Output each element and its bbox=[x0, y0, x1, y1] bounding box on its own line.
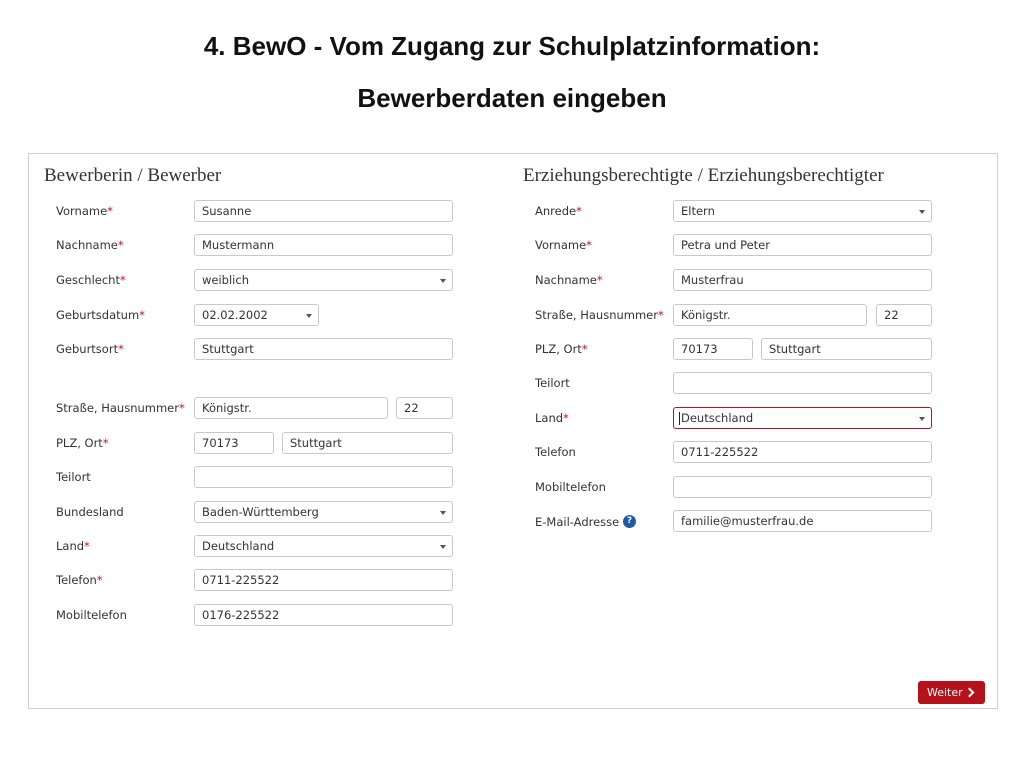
applicant-plz-input[interactable]: 70173 bbox=[194, 432, 274, 454]
applicant-strasse-label: Straße, Hausnummer* bbox=[56, 401, 185, 415]
guardian-vorname-input[interactable]: Petra und Peter bbox=[673, 234, 932, 256]
guardian-anrede-label: Anrede* bbox=[535, 204, 582, 218]
applicant-geburtsdatum-value: 02.02.2002 bbox=[202, 308, 268, 322]
applicant-vorname-label: Vorname* bbox=[56, 204, 113, 218]
applicant-geschlecht-label: Geschlecht* bbox=[56, 273, 126, 287]
guardian-telefon-label: Telefon bbox=[535, 445, 576, 459]
guardian-teilort-label: Teilort bbox=[535, 376, 570, 390]
next-button-label: Weiter bbox=[927, 686, 963, 699]
guardian-section-title: Erziehungsberechtigte / Erziehungsberech… bbox=[523, 165, 884, 186]
chevron-right-icon bbox=[964, 687, 975, 698]
guardian-teilort-input[interactable] bbox=[673, 372, 932, 394]
applicant-nachname-label: Nachname* bbox=[56, 238, 124, 252]
guardian-mobiltelefon-input[interactable] bbox=[673, 476, 932, 498]
guardian-anrede-value: Eltern bbox=[681, 204, 715, 218]
guardian-strasse-label: Straße, Hausnummer* bbox=[535, 308, 664, 322]
applicant-land-select[interactable]: Deutschland bbox=[194, 535, 453, 557]
applicant-ort-input[interactable]: Stuttgart bbox=[282, 432, 453, 454]
guardian-nachname-input[interactable]: Musterfrau bbox=[673, 269, 932, 291]
applicant-land-label: Land* bbox=[56, 539, 90, 553]
guardian-vorname-label: Vorname* bbox=[535, 238, 592, 252]
page-title-line1: 4. BewO - Vom Zugang zur Schulplatzinfor… bbox=[203, 31, 821, 61]
guardian-land-label: Land* bbox=[535, 411, 569, 425]
applicant-strasse-input[interactable]: Königstr. bbox=[194, 397, 388, 419]
applicant-bundesland-select[interactable]: Baden-Württemberg bbox=[194, 501, 453, 523]
guardian-email-input[interactable]: familie@musterfrau.de bbox=[673, 510, 932, 532]
guardian-land-select[interactable]: Deutschland bbox=[673, 407, 932, 429]
applicant-teilort-label: Teilort bbox=[56, 470, 91, 484]
guardian-strasse-input[interactable]: Königstr. bbox=[673, 304, 867, 326]
guardian-mobiltelefon-label: Mobiltelefon bbox=[535, 480, 606, 494]
question-icon[interactable]: ? bbox=[623, 515, 636, 528]
applicant-geburtsdatum-label: Geburtsdatum* bbox=[56, 308, 145, 322]
guardian-anrede-select[interactable]: Eltern bbox=[673, 200, 932, 222]
applicant-geburtsdatum-select[interactable]: 02.02.2002 bbox=[194, 304, 319, 326]
guardian-telefon-input[interactable]: 0711-225522 bbox=[673, 441, 932, 463]
applicant-mobiltelefon-input[interactable]: 0176-225522 bbox=[194, 604, 453, 626]
guardian-plz-ort-label: PLZ, Ort* bbox=[535, 342, 588, 356]
applicant-geburtsort-input[interactable]: Stuttgart bbox=[194, 338, 453, 360]
text-cursor bbox=[679, 412, 680, 425]
applicant-teilort-input[interactable] bbox=[194, 466, 453, 488]
applicant-telefon-input[interactable]: 0711-225522 bbox=[194, 569, 453, 591]
applicant-geschlecht-value: weiblich bbox=[202, 273, 249, 287]
applicant-telefon-label: Telefon* bbox=[56, 573, 103, 587]
form-panel: Bewerberin / Bewerber Vorname* Susanne N… bbox=[28, 153, 998, 709]
guardian-ort-input[interactable]: Stuttgart bbox=[761, 338, 932, 360]
applicant-land-value: Deutschland bbox=[202, 539, 275, 553]
page-title-line2: Bewerberdaten eingeben bbox=[357, 83, 667, 113]
applicant-hausnummer-input[interactable]: 22 bbox=[396, 397, 453, 419]
applicant-plz-ort-label: PLZ, Ort* bbox=[56, 436, 109, 450]
guardian-email-label: E-Mail-Adresse bbox=[535, 515, 620, 529]
next-button[interactable]: Weiter bbox=[918, 681, 985, 704]
applicant-geschlecht-select[interactable]: weiblich bbox=[194, 269, 453, 291]
applicant-section-title: Bewerberin / Bewerber bbox=[44, 165, 222, 186]
guardian-plz-input[interactable]: 70173 bbox=[673, 338, 753, 360]
applicant-geburtsort-label: Geburtsort* bbox=[56, 342, 124, 356]
applicant-bundesland-value: Baden-Württemberg bbox=[202, 505, 319, 519]
applicant-vorname-input[interactable]: Susanne bbox=[194, 200, 453, 222]
applicant-nachname-input[interactable]: Mustermann bbox=[194, 234, 453, 256]
guardian-hausnummer-input[interactable]: 22 bbox=[876, 304, 932, 326]
applicant-bundesland-label: Bundesland bbox=[56, 505, 124, 519]
guardian-nachname-label: Nachname* bbox=[535, 273, 603, 287]
guardian-land-value: Deutschland bbox=[681, 411, 754, 425]
applicant-mobiltelefon-label: Mobiltelefon bbox=[56, 608, 127, 622]
